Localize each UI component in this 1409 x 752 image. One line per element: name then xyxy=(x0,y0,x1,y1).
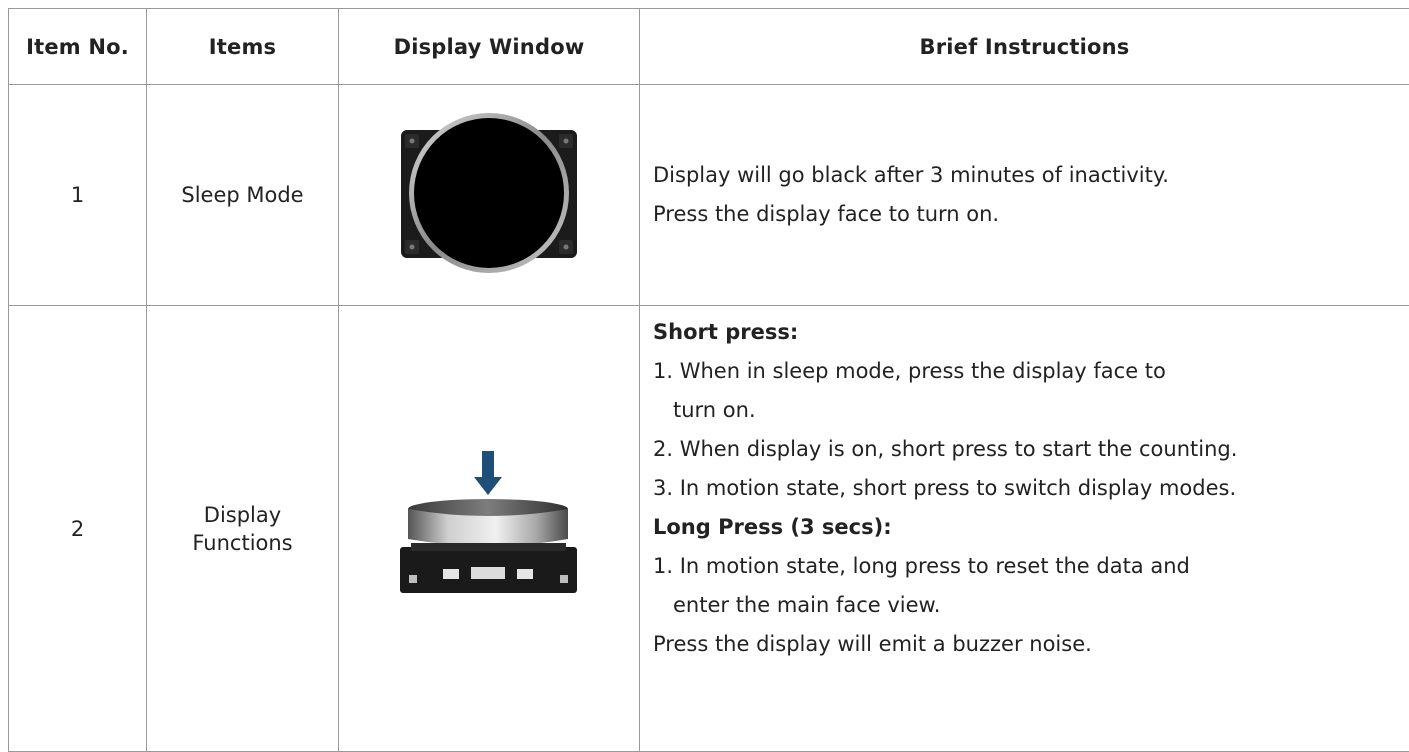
header-item-no: Item No. xyxy=(9,9,147,85)
instructions-cell: Display will go black after 3 minutes of… xyxy=(640,85,1409,306)
table-row: 2 Display Functions xyxy=(9,306,1409,752)
item-no-cell: 1 xyxy=(9,85,147,306)
instruction-line: enter the main face view. xyxy=(653,586,1405,625)
display-window-cell xyxy=(339,306,640,752)
instruction-line: Press the display will emit a buzzer noi… xyxy=(653,625,1405,664)
item-name-line: Display xyxy=(147,501,338,529)
header-row: Item No. Items Display Window Brief Inst… xyxy=(9,9,1409,85)
header-brief-instructions: Brief Instructions xyxy=(640,9,1409,85)
instruction-line: turn on. xyxy=(653,391,1405,430)
instruction-line: 2. When display is on, short press to st… xyxy=(653,430,1405,469)
instruction-line: Display will go black after 3 minutes of… xyxy=(653,156,1405,195)
instructions-cell: Short press: 1. When in sleep mode, pres… xyxy=(640,306,1409,752)
long-press-heading: Long Press (3 secs): xyxy=(653,508,1405,547)
instruction-line: 3. In motion state, short press to switc… xyxy=(653,469,1405,508)
press-down-button-icon xyxy=(389,447,589,607)
header-items: Items xyxy=(147,9,339,85)
display-window-cell xyxy=(339,85,640,306)
item-name-line: Functions xyxy=(147,529,338,557)
round-display-face-icon xyxy=(394,108,584,278)
instruction-line: Press the display face to turn on. xyxy=(653,195,1405,234)
item-name-cell: Display Functions xyxy=(147,306,339,752)
item-name-cell: Sleep Mode xyxy=(147,85,339,306)
item-no-cell: 2 xyxy=(9,306,147,752)
instructions-table: Item No. Items Display Window Brief Inst… xyxy=(8,8,1409,752)
instruction-line: 1. In motion state, long press to reset … xyxy=(653,547,1405,586)
header-display-window: Display Window xyxy=(339,9,640,85)
table-row: 1 Sleep Mode xyxy=(9,85,1409,306)
instruction-line: 1. When in sleep mode, press the display… xyxy=(653,352,1405,391)
short-press-heading: Short press: xyxy=(653,313,1405,352)
